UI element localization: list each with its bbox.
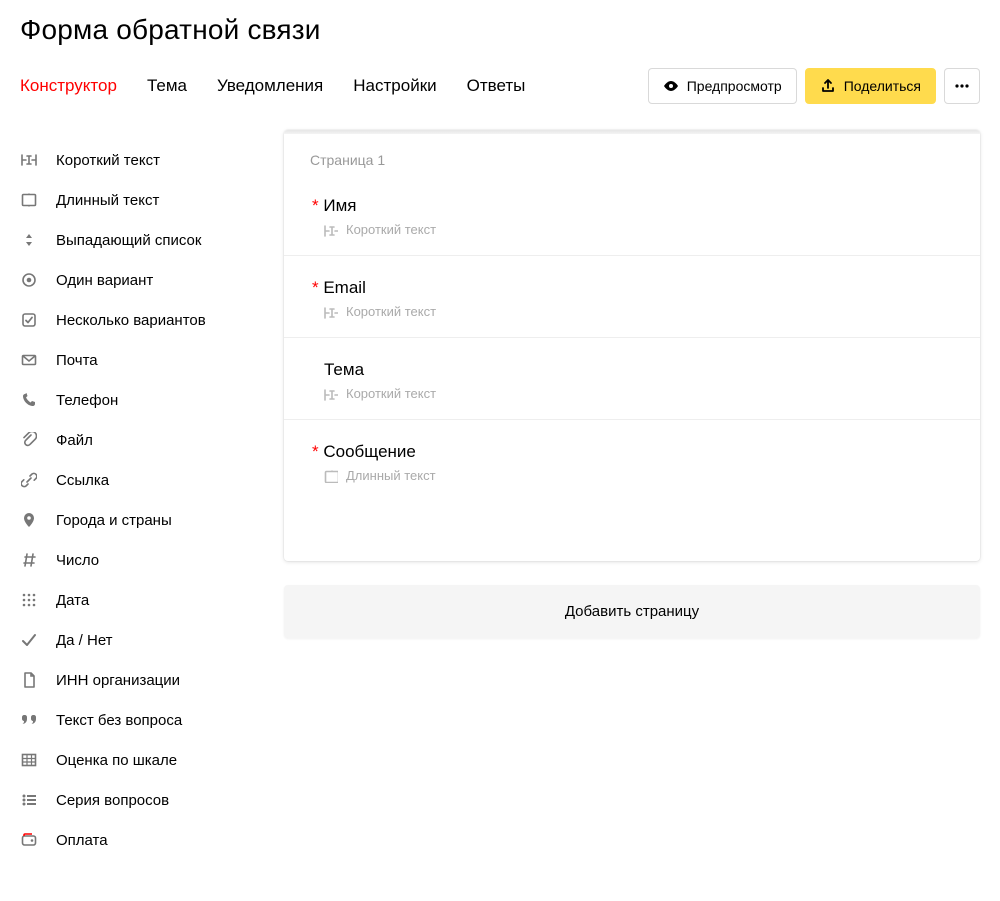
phone-icon — [20, 392, 38, 408]
sidebar-item-label: Ссылка — [56, 472, 109, 489]
question-title: Сообщение — [324, 442, 954, 462]
long-text-icon — [20, 192, 38, 208]
sidebar-item-yesno[interactable]: Да / Нет — [20, 620, 260, 660]
question-type-label: Короткий текст — [346, 386, 436, 401]
short-text-icon — [20, 152, 38, 168]
question-title: Email — [324, 278, 954, 298]
main: Страница 1 Имя Короткий текст Email Коротки… — [284, 130, 980, 638]
question-card[interactable]: Сообщение Длинный текст — [284, 420, 980, 501]
share-button[interactable]: Поделиться — [805, 68, 936, 104]
date-icon — [20, 592, 38, 608]
sidebar-item-phone[interactable]: Телефон — [20, 380, 260, 420]
question-title: Тема — [324, 360, 954, 380]
sidebar-item-label: Число — [56, 552, 99, 569]
page-title: Форма обратной связи — [20, 14, 980, 46]
topbar-actions: Предпросмотр Поделиться — [648, 68, 980, 104]
tabs: Конструктор Тема Уведомления Настройки О… — [20, 76, 525, 96]
sidebar-item-scale[interactable]: Оценка по шкале — [20, 740, 260, 780]
topbar: Конструктор Тема Уведомления Настройки О… — [20, 68, 980, 104]
sidebar-item-single[interactable]: Один вариант — [20, 260, 260, 300]
cities-icon — [20, 512, 38, 528]
sidebar-item-series[interactable]: Серия вопросов — [20, 780, 260, 820]
tab-theme[interactable]: Тема — [147, 76, 187, 96]
short-text-icon — [324, 305, 338, 319]
sidebar-item-label: Несколько вариантов — [56, 312, 206, 329]
sidebar-item-label: Длинный текст — [56, 192, 159, 209]
sidebar-item-label: Да / Нет — [56, 632, 113, 649]
tab-answers[interactable]: Ответы — [467, 76, 526, 96]
sidebar-item-payment[interactable]: Оплата — [20, 820, 260, 860]
sidebar-item-number[interactable]: Число — [20, 540, 260, 580]
dots-icon — [954, 78, 970, 94]
sidebar-item-label: Оценка по шкале — [56, 752, 177, 769]
tab-constructor[interactable]: Конструктор — [20, 76, 117, 96]
sidebar-item-dropdown[interactable]: Выпадающий список — [20, 220, 260, 260]
question-type: Короткий текст — [324, 222, 954, 237]
scale-icon — [20, 752, 38, 768]
sidebar: Короткий текст Длинный текст Выпадающий сп… — [20, 130, 260, 860]
sidebar-item-link[interactable]: Ссылка — [20, 460, 260, 500]
add-page-button[interactable]: Добавить страницу — [284, 585, 980, 638]
yesno-icon — [20, 632, 38, 648]
multi-icon — [20, 312, 38, 328]
single-icon — [20, 272, 38, 288]
sidebar-item-label: Файл — [56, 432, 93, 449]
sidebar-item-long-text[interactable]: Длинный текст — [20, 180, 260, 220]
series-icon — [20, 792, 38, 808]
sidebar-item-label: Серия вопросов — [56, 792, 169, 809]
sidebar-item-label: Один вариант — [56, 272, 153, 289]
question-type-label: Короткий текст — [346, 222, 436, 237]
more-button[interactable] — [944, 68, 980, 104]
sidebar-item-label: Короткий текст — [56, 152, 160, 169]
tab-settings[interactable]: Настройки — [353, 76, 436, 96]
question-type: Короткий текст — [324, 304, 954, 319]
sidebar-item-cities[interactable]: Города и страны — [20, 500, 260, 540]
sidebar-item-text-only[interactable]: Текст без вопроса — [20, 700, 260, 740]
short-text-icon — [324, 387, 338, 401]
question-card[interactable]: Имя Короткий текст — [284, 174, 980, 256]
sidebar-item-label: ИНН организации — [56, 672, 180, 689]
tab-notify[interactable]: Уведомления — [217, 76, 323, 96]
sidebar-item-mail[interactable]: Почта — [20, 340, 260, 380]
sidebar-item-multi[interactable]: Несколько вариантов — [20, 300, 260, 340]
sidebar-item-label: Текст без вопроса — [56, 712, 182, 729]
number-icon — [20, 552, 38, 568]
sidebar-item-date[interactable]: Дата — [20, 580, 260, 620]
sidebar-item-label: Телефон — [56, 392, 118, 409]
question-type: Длинный текст — [324, 468, 954, 483]
page-label: Страница 1 — [284, 134, 980, 174]
file-icon — [20, 432, 38, 448]
preview-label: Предпросмотр — [687, 78, 782, 94]
question-type: Короткий текст — [324, 386, 954, 401]
dropdown-icon — [20, 232, 38, 248]
sidebar-item-label: Города и страны — [56, 512, 172, 529]
eye-icon — [663, 78, 679, 94]
mail-icon — [20, 352, 38, 368]
share-label: Поделиться — [844, 78, 921, 94]
sidebar-item-label: Почта — [56, 352, 98, 369]
share-icon — [820, 78, 836, 94]
question-card[interactable]: Тема Короткий текст — [284, 338, 980, 420]
sidebar-item-label: Оплата — [56, 832, 108, 849]
question-card[interactable]: Email Короткий текст — [284, 256, 980, 338]
question-type-label: Короткий текст — [346, 304, 436, 319]
sidebar-item-inn[interactable]: ИНН организации — [20, 660, 260, 700]
payment-icon — [20, 832, 38, 848]
text-only-icon — [20, 712, 38, 728]
sidebar-item-label: Выпадающий список — [56, 232, 201, 249]
short-text-icon — [324, 223, 338, 237]
long-text-icon — [324, 469, 338, 483]
sidebar-item-label: Дата — [56, 592, 89, 609]
sidebar-item-short-text[interactable]: Короткий текст — [20, 140, 260, 180]
page-card: Страница 1 Имя Короткий текст Email Коротки… — [284, 130, 980, 561]
sidebar-item-file[interactable]: Файл — [20, 420, 260, 460]
inn-icon — [20, 672, 38, 688]
preview-button[interactable]: Предпросмотр — [648, 68, 797, 104]
question-title: Имя — [324, 196, 954, 216]
question-type-label: Длинный текст — [346, 468, 436, 483]
link-icon — [20, 472, 38, 488]
